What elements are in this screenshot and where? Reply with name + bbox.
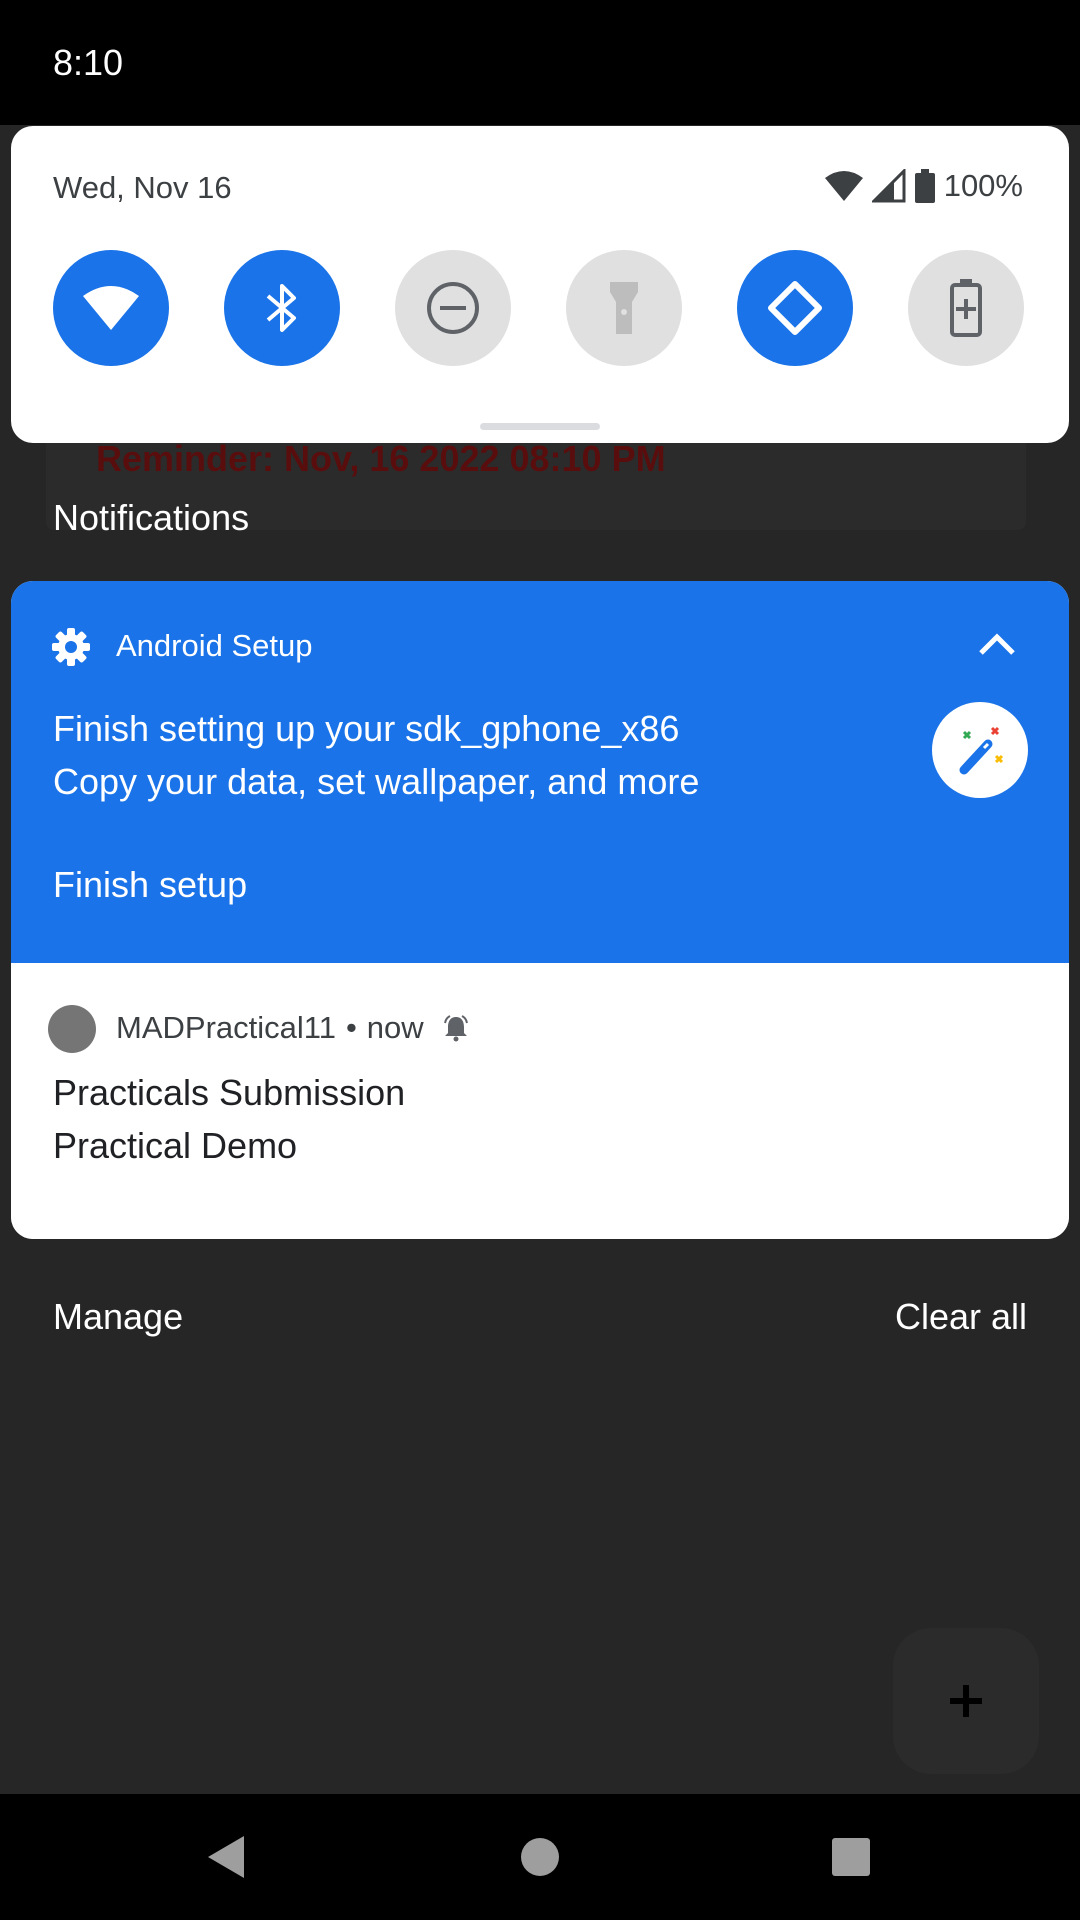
do-not-disturb-tile[interactable]: [395, 250, 511, 366]
cell-signal-icon: [871, 169, 906, 203]
add-fab[interactable]: [893, 1628, 1039, 1774]
auto-rotate-icon: [768, 281, 822, 335]
wifi-signal-icon: [824, 171, 863, 201]
qs-drag-handle[interactable]: [480, 423, 600, 430]
battery-saver-icon: [950, 279, 982, 337]
home-icon[interactable]: [519, 1832, 561, 1882]
alert-bell-icon: [443, 1015, 468, 1042]
setup-wizard-badge: [932, 702, 1028, 798]
notification-app-name: Android Setup: [116, 628, 313, 663]
notification-text: Copy your data, set wallpaper, and more: [53, 761, 700, 802]
flashlight-icon: [610, 282, 638, 334]
quick-settings-tiles: [53, 250, 1027, 366]
wifi-tile[interactable]: [53, 250, 169, 366]
gear-icon: [52, 628, 90, 666]
finish-setup-button[interactable]: Finish setup: [53, 864, 247, 906]
bluetooth-icon: [266, 284, 296, 332]
notification-text: Practical Demo: [53, 1125, 298, 1166]
app-icon: [48, 1005, 96, 1053]
battery-icon: [914, 169, 935, 203]
chevron-up-icon[interactable]: [975, 623, 1019, 667]
plus-icon: [950, 1685, 982, 1717]
battery-percent: 100%: [943, 168, 1023, 203]
notification-app-name: MADPractical11: [116, 1010, 336, 1045]
auto-rotate-tile[interactable]: [737, 250, 853, 366]
status-bar: 8:10: [0, 0, 1080, 125]
wifi-icon: [83, 286, 139, 330]
magic-wand-icon: [959, 726, 1004, 775]
clear-all-button[interactable]: Clear all: [895, 1296, 1027, 1338]
navigation-bar: [0, 1794, 1080, 1920]
flashlight-tile[interactable]: [566, 250, 682, 366]
notification-header-row: MADPractical11 • now: [116, 1010, 470, 1046]
quick-settings-panel: Wed, Nov 16 100%: [11, 126, 1069, 443]
madpractical-notification[interactable]: MADPractical11 • now Practicals Submissi…: [11, 963, 1069, 1239]
back-icon[interactable]: [204, 1832, 248, 1882]
notifications-card: Android Setup Finish setting up your sdk…: [11, 581, 1069, 1239]
qs-status-icons: 100%: [824, 166, 1023, 206]
separator-dot: •: [345, 1010, 357, 1045]
recents-icon[interactable]: [829, 1832, 873, 1882]
notification-title: Practicals Submission: [53, 1072, 406, 1113]
battery-saver-tile[interactable]: [908, 250, 1024, 366]
manage-button[interactable]: Manage: [53, 1296, 183, 1338]
notifications-header: Notifications: [53, 497, 250, 538]
android-setup-notification[interactable]: Android Setup Finish setting up your sdk…: [11, 581, 1069, 963]
do-not-disturb-icon: [427, 282, 479, 334]
notification-title: Finish setting up your sdk_gphone_x86: [53, 708, 680, 749]
qs-date[interactable]: Wed, Nov 16: [53, 170, 232, 206]
notification-time: now: [366, 1010, 424, 1045]
app-reminder-text: Reminder: Nov, 16 2022 08:10 PM: [96, 438, 666, 479]
status-time: 8:10: [53, 42, 124, 83]
bluetooth-tile[interactable]: [224, 250, 340, 366]
